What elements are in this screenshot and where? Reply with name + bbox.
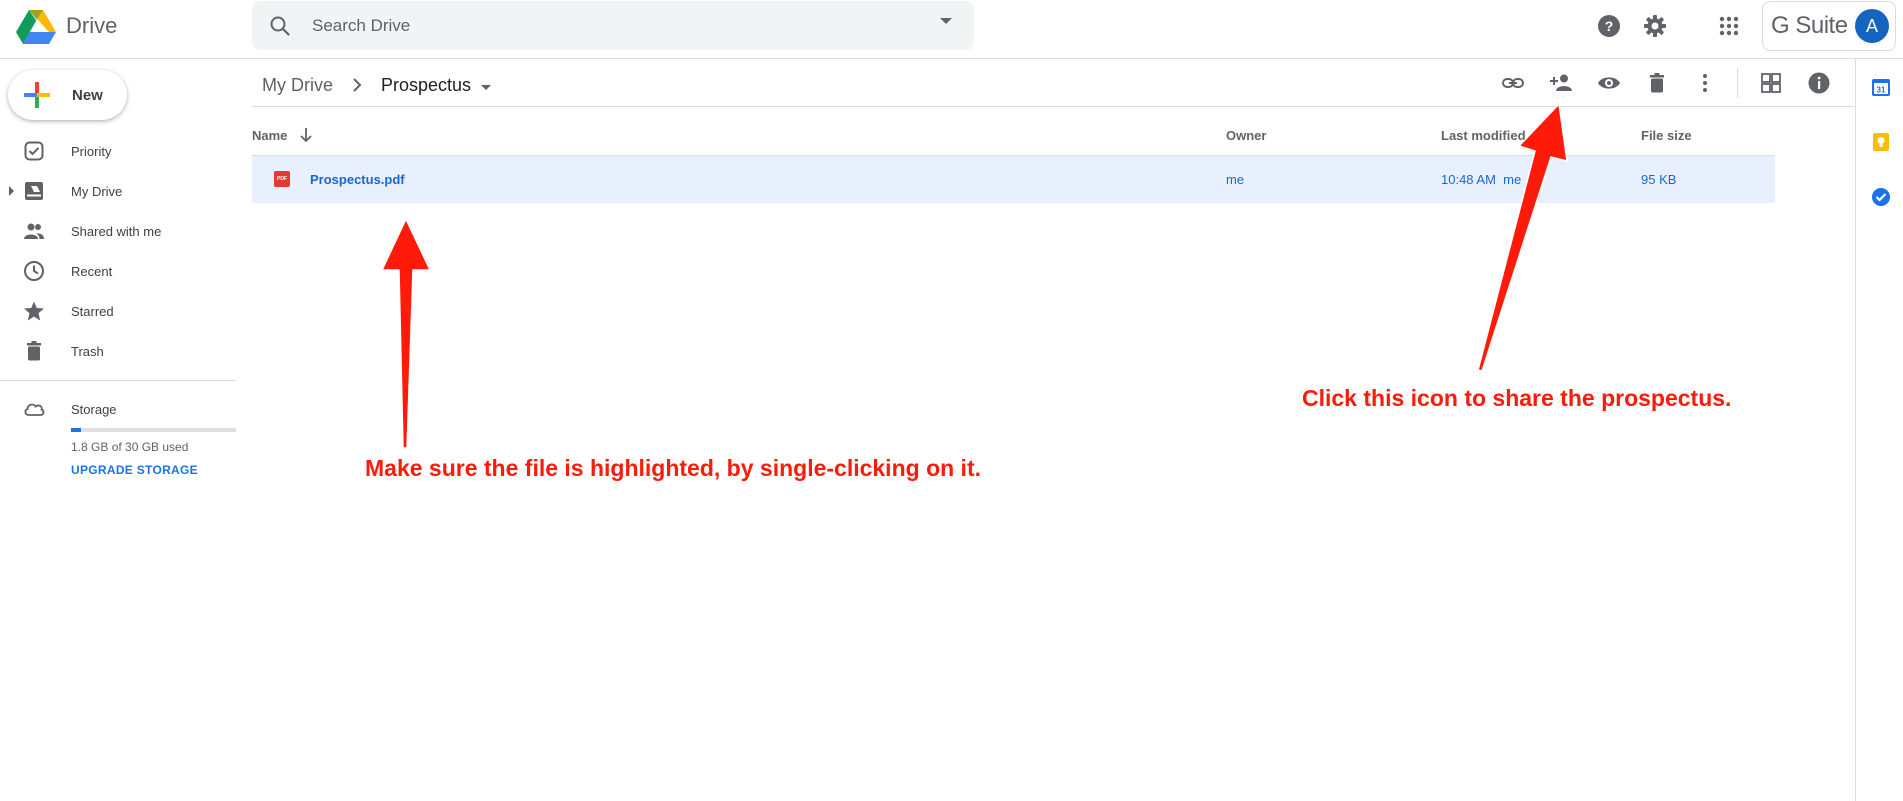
- expand-arrow-icon[interactable]: [9, 186, 14, 196]
- search-bar[interactable]: [252, 1, 974, 50]
- sort-arrow-down-icon[interactable]: [297, 126, 315, 144]
- file-size: 95 KB: [1641, 172, 1677, 187]
- drive-logo-icon: [16, 10, 56, 44]
- top-bar: Drive ? G Suite A: [0, 0, 1903, 59]
- priority-icon: [24, 141, 44, 161]
- file-name[interactable]: Prospectus.pdf: [310, 172, 405, 187]
- get-link-icon[interactable]: [1501, 71, 1525, 95]
- share-add-person-icon[interactable]: [1549, 71, 1573, 95]
- gear-icon[interactable]: [1643, 14, 1667, 38]
- sidebar-item-starred[interactable]: Starred: [0, 291, 236, 331]
- column-header-name[interactable]: Name: [252, 128, 287, 143]
- svg-text:31: 31: [1877, 86, 1886, 95]
- sidebar-item-label: Priority: [71, 143, 112, 159]
- sidebar-item-shared-with-me[interactable]: Shared with me: [0, 211, 236, 251]
- apps-grid-icon[interactable]: [1717, 14, 1741, 38]
- sidebar-item-my-drive[interactable]: My Drive: [0, 171, 236, 211]
- more-vertical-icon[interactable]: [1693, 71, 1717, 95]
- keep-icon[interactable]: [1871, 132, 1891, 152]
- sidebar-item-label: Shared with me: [71, 223, 162, 239]
- toolbar-divider-line: [252, 106, 1854, 107]
- column-header-last-modified[interactable]: Last modified: [1441, 128, 1526, 143]
- calendar-icon[interactable]: 31: [1871, 77, 1891, 97]
- table-row[interactable]: PDF Prospectus.pdf me 10:48 AM me 95 KB: [252, 156, 1775, 203]
- breadcrumb-my-drive[interactable]: My Drive: [262, 75, 333, 96]
- toolbar-divider: [1737, 68, 1738, 98]
- sidebar-item-priority[interactable]: Priority: [0, 131, 236, 171]
- svg-text:?: ?: [1605, 18, 1614, 34]
- shared-icon: [24, 223, 44, 239]
- sidebar-item-label: Starred: [71, 303, 114, 319]
- drive-logo[interactable]: Drive: [16, 7, 117, 45]
- info-icon[interactable]: [1807, 71, 1831, 95]
- tasks-icon[interactable]: [1871, 187, 1891, 207]
- sidebar-divider: [0, 380, 236, 381]
- search-icon[interactable]: [268, 14, 292, 38]
- side-panel: 31: [1855, 59, 1903, 801]
- app-title: Drive: [66, 13, 118, 38]
- star-icon: [24, 301, 44, 321]
- pdf-file-icon: PDF: [274, 171, 290, 187]
- storage-usage-text: 1.8 GB of 30 GB used: [71, 440, 189, 454]
- clock-icon: [24, 261, 44, 281]
- search-options-chevron-down-icon[interactable]: [940, 18, 952, 24]
- chevron-right-icon: [353, 78, 362, 92]
- storage-progress-bar: [71, 428, 236, 432]
- storage-progress-fill: [71, 428, 81, 432]
- annotation-highlight-note: Make sure the file is highlighted, by si…: [365, 455, 981, 481]
- sidebar-item-trash[interactable]: Trash: [0, 331, 236, 371]
- search-input[interactable]: [312, 15, 912, 36]
- trash-icon[interactable]: [1645, 71, 1669, 95]
- upgrade-storage-link[interactable]: UPGRADE STORAGE: [71, 463, 198, 477]
- breadcrumb: My Drive Prospectus: [262, 70, 492, 100]
- sidebar-item-label: Trash: [71, 343, 104, 359]
- breadcrumb-current-folder[interactable]: Prospectus: [381, 75, 471, 96]
- avatar[interactable]: A: [1855, 9, 1889, 43]
- file-owner: me: [1226, 172, 1245, 187]
- sidebar-item-label: My Drive: [71, 183, 123, 199]
- sidebar-item-storage[interactable]: Storage: [0, 389, 236, 429]
- sidebar-item-recent[interactable]: Recent: [0, 251, 236, 291]
- annotation-share-note: Click this icon to share the prospectus.: [1302, 385, 1732, 411]
- gsuite-account-button[interactable]: G Suite A: [1762, 1, 1896, 51]
- gsuite-label: G Suite: [1771, 12, 1848, 39]
- cloud-icon: [24, 403, 45, 416]
- column-header-file-size[interactable]: File size: [1641, 128, 1692, 143]
- sidebar-item-label: Recent: [71, 263, 113, 279]
- help-icon[interactable]: ?: [1597, 14, 1621, 38]
- trash-icon: [27, 341, 41, 361]
- colorful-plus-icon: [24, 82, 50, 108]
- new-button-label: New: [72, 86, 103, 104]
- preview-eye-icon[interactable]: [1597, 71, 1621, 95]
- annotation-arrow-right: [1477, 102, 1568, 372]
- annotation-arrow-left: [380, 217, 432, 449]
- folder-menu-chevron-down-icon[interactable]: [481, 84, 492, 90]
- storage-label: Storage: [71, 401, 117, 417]
- my-drive-icon: [25, 182, 43, 200]
- column-header-owner[interactable]: Owner: [1226, 128, 1266, 143]
- new-button[interactable]: New: [8, 70, 127, 120]
- grid-view-icon[interactable]: [1759, 71, 1783, 95]
- file-last-modified: 10:48 AM me: [1441, 172, 1522, 187]
